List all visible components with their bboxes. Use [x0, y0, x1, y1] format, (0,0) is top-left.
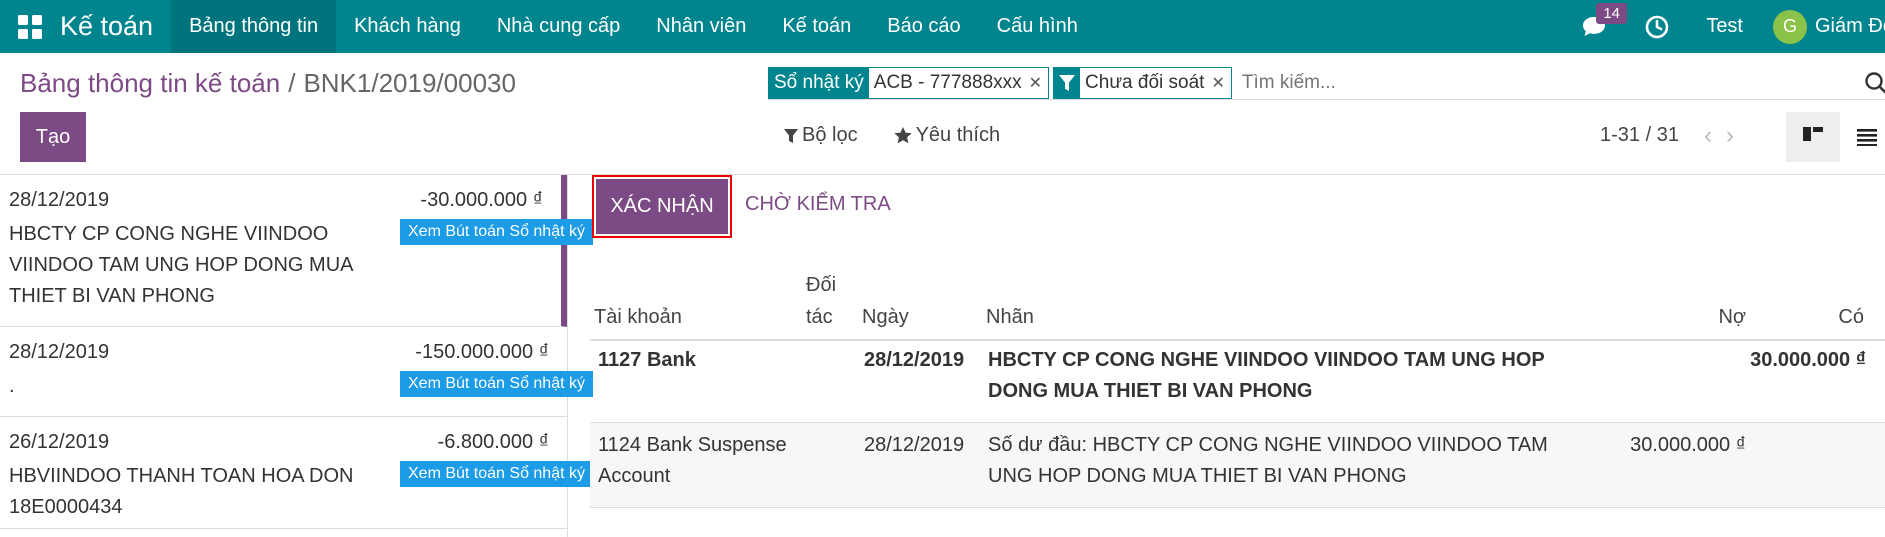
menu-accounting[interactable]: Kế toán — [764, 0, 869, 53]
facet-value: Chưa đối soát — [1085, 71, 1205, 93]
menu-reports[interactable]: Báo cáo — [869, 0, 978, 53]
list-item[interactable]: 28/12/2019 -30.000.000 ₫ HBCTY CP CONG N… — [0, 175, 593, 327]
user-menu[interactable]: Giám Đốc — [1815, 15, 1885, 38]
breadcrumb: Bảng thông tin kế toán / BNK1/2019/00030 — [20, 68, 516, 99]
menu-dashboard[interactable]: Bảng thông tin — [171, 0, 337, 53]
search-options: Bộ lọc Yêu thích — [784, 124, 1036, 147]
activity-clock-icon[interactable] — [1642, 12, 1672, 42]
chevron-left-icon[interactable]: ‹ — [1704, 122, 1712, 150]
favorites-label: Yêu thích — [915, 124, 1001, 146]
line-date: 26/12/2019 — [9, 431, 110, 453]
facet-remove-icon[interactable]: ✕ — [1027, 68, 1048, 98]
search-facet-journal: Sổ nhật ký ACB - 777888xxx ✕ — [768, 66, 1050, 99]
apps-menu-icon[interactable] — [0, 0, 60, 53]
row-credit: 30.000.000 ₫ — [1750, 349, 1866, 371]
messages-button[interactable]: 14 — [1574, 0, 1627, 53]
row-account: 1127 Bank — [598, 349, 696, 371]
table-header-divider — [590, 339, 1885, 341]
filters-dropdown[interactable]: Bộ lọc — [784, 124, 858, 147]
chevron-right-icon[interactable]: › — [1726, 122, 1734, 150]
company-switcher[interactable]: Test — [1706, 15, 1743, 38]
search-bar: Sổ nhật ký ACB - 777888xxx ✕ Chưa đối so… — [768, 66, 1885, 100]
col-header-label[interactable]: Nhãn — [986, 301, 1034, 333]
col-header-credit[interactable]: Có — [1820, 301, 1864, 333]
star-icon — [893, 127, 912, 144]
row-divider — [590, 507, 1885, 508]
view-journal-entry-button[interactable]: Xem Bút toán Sổ nhật ký — [400, 371, 593, 397]
top-navbar: Kế toán Bảng thông tin Khách hàng Nhà cu… — [0, 0, 1885, 53]
col-header-date[interactable]: Ngày — [862, 301, 909, 333]
search-icon[interactable] — [1863, 70, 1885, 96]
list-view-icon[interactable] — [1840, 112, 1885, 162]
line-description: HBVIINDOO THANH TOAN HOA DON 18E0000434 — [9, 465, 354, 518]
facet-remove-icon[interactable]: ✕ — [1209, 68, 1230, 98]
row-debit: 30.000.000 ₫ — [1630, 434, 1746, 456]
row-account: 1124 Bank Suspense Account — [598, 434, 787, 487]
facet-label: Sổ nhật ký — [769, 67, 869, 98]
row-label: HBCTY CP CONG NGHE VIINDOO VIINDOO TAM U… — [988, 349, 1545, 402]
avatar[interactable]: G — [1773, 9, 1807, 44]
filter-icon — [784, 128, 798, 143]
kanban-view-icon[interactable] — [1786, 112, 1840, 162]
menu-configuration[interactable]: Cấu hình — [979, 0, 1096, 53]
confirm-button[interactable]: XÁC NHẬN — [592, 175, 732, 238]
breadcrumb-current: BNK1/2019/00030 — [303, 68, 516, 98]
view-journal-entry-button[interactable]: Xem Bút toán Sổ nhật ký — [400, 461, 593, 487]
confirm-label: XÁC NHẬN — [596, 179, 728, 234]
menu-customers[interactable]: Khách hàng — [336, 0, 479, 53]
filter-icon — [1054, 67, 1081, 98]
line-amount: -30.000.000 ₫ — [420, 189, 543, 211]
main-menu: Bảng thông tin Khách hàng Nhà cung cấp N… — [171, 0, 1096, 53]
pager-value[interactable]: 1-31 / 31 — [1600, 124, 1679, 147]
line-date: 28/12/2019 — [9, 341, 110, 363]
breadcrumb-separator: / — [288, 68, 296, 98]
menu-vendors[interactable]: Nhà cung cấp — [479, 0, 638, 53]
line-description: HBCTY CP CONG NGHE VIINDOO VIINDOO TAM U… — [9, 223, 353, 307]
pager-nav: ‹ › — [1704, 122, 1734, 150]
view-switcher — [1786, 112, 1885, 162]
line-description: . — [9, 375, 15, 397]
reconciliation-panel: XÁC NHẬN CHỜ KIỂM TRA Tài khoản Đối tác … — [590, 175, 1885, 537]
messages-count-badge: 14 — [1596, 3, 1627, 24]
col-header-partner[interactable]: Đối tác — [806, 269, 850, 333]
row-date: 28/12/2019 — [864, 434, 965, 456]
create-button[interactable]: Tạo — [20, 112, 86, 162]
breadcrumb-parent[interactable]: Bảng thông tin kế toán — [20, 68, 280, 98]
col-header-account[interactable]: Tài khoản — [594, 301, 682, 333]
search-input[interactable] — [1235, 66, 1796, 99]
search-facet-filter: Chưa đối soát ✕ — [1053, 66, 1232, 99]
favorites-dropdown[interactable]: Yêu thích — [893, 124, 1001, 147]
app-name[interactable]: Kế toán — [60, 11, 153, 42]
row-label: Số dư đầu: HBCTY CP CONG NGHE VIINDOO VI… — [988, 434, 1548, 487]
line-date: 28/12/2019 — [9, 189, 110, 211]
list-item[interactable]: 26/12/2019 -6.800.000 ₫ HBVIINDOO THANH … — [0, 417, 593, 529]
filters-label: Bộ lọc — [802, 124, 858, 146]
view-journal-entry-button[interactable]: Xem Bút toán Sổ nhật ký — [400, 219, 593, 245]
list-item[interactable]: 28/12/2019 -150.000.000 ₫ . Xem Bút toán… — [0, 327, 593, 417]
pending-review-button[interactable]: CHỜ KIỂM TRA — [745, 193, 891, 216]
row-date: 28/12/2019 — [864, 349, 965, 371]
statement-lines-list: 28/12/2019 -30.000.000 ₫ HBCTY CP CONG N… — [0, 175, 593, 537]
col-header-debit[interactable]: Nợ — [1698, 301, 1746, 333]
line-amount: -150.000.000 ₫ — [415, 341, 549, 363]
menu-employees[interactable]: Nhân viên — [638, 0, 764, 53]
facet-value: ACB - 777888xxx — [873, 71, 1022, 93]
line-amount: -6.800.000 ₫ — [437, 431, 549, 453]
